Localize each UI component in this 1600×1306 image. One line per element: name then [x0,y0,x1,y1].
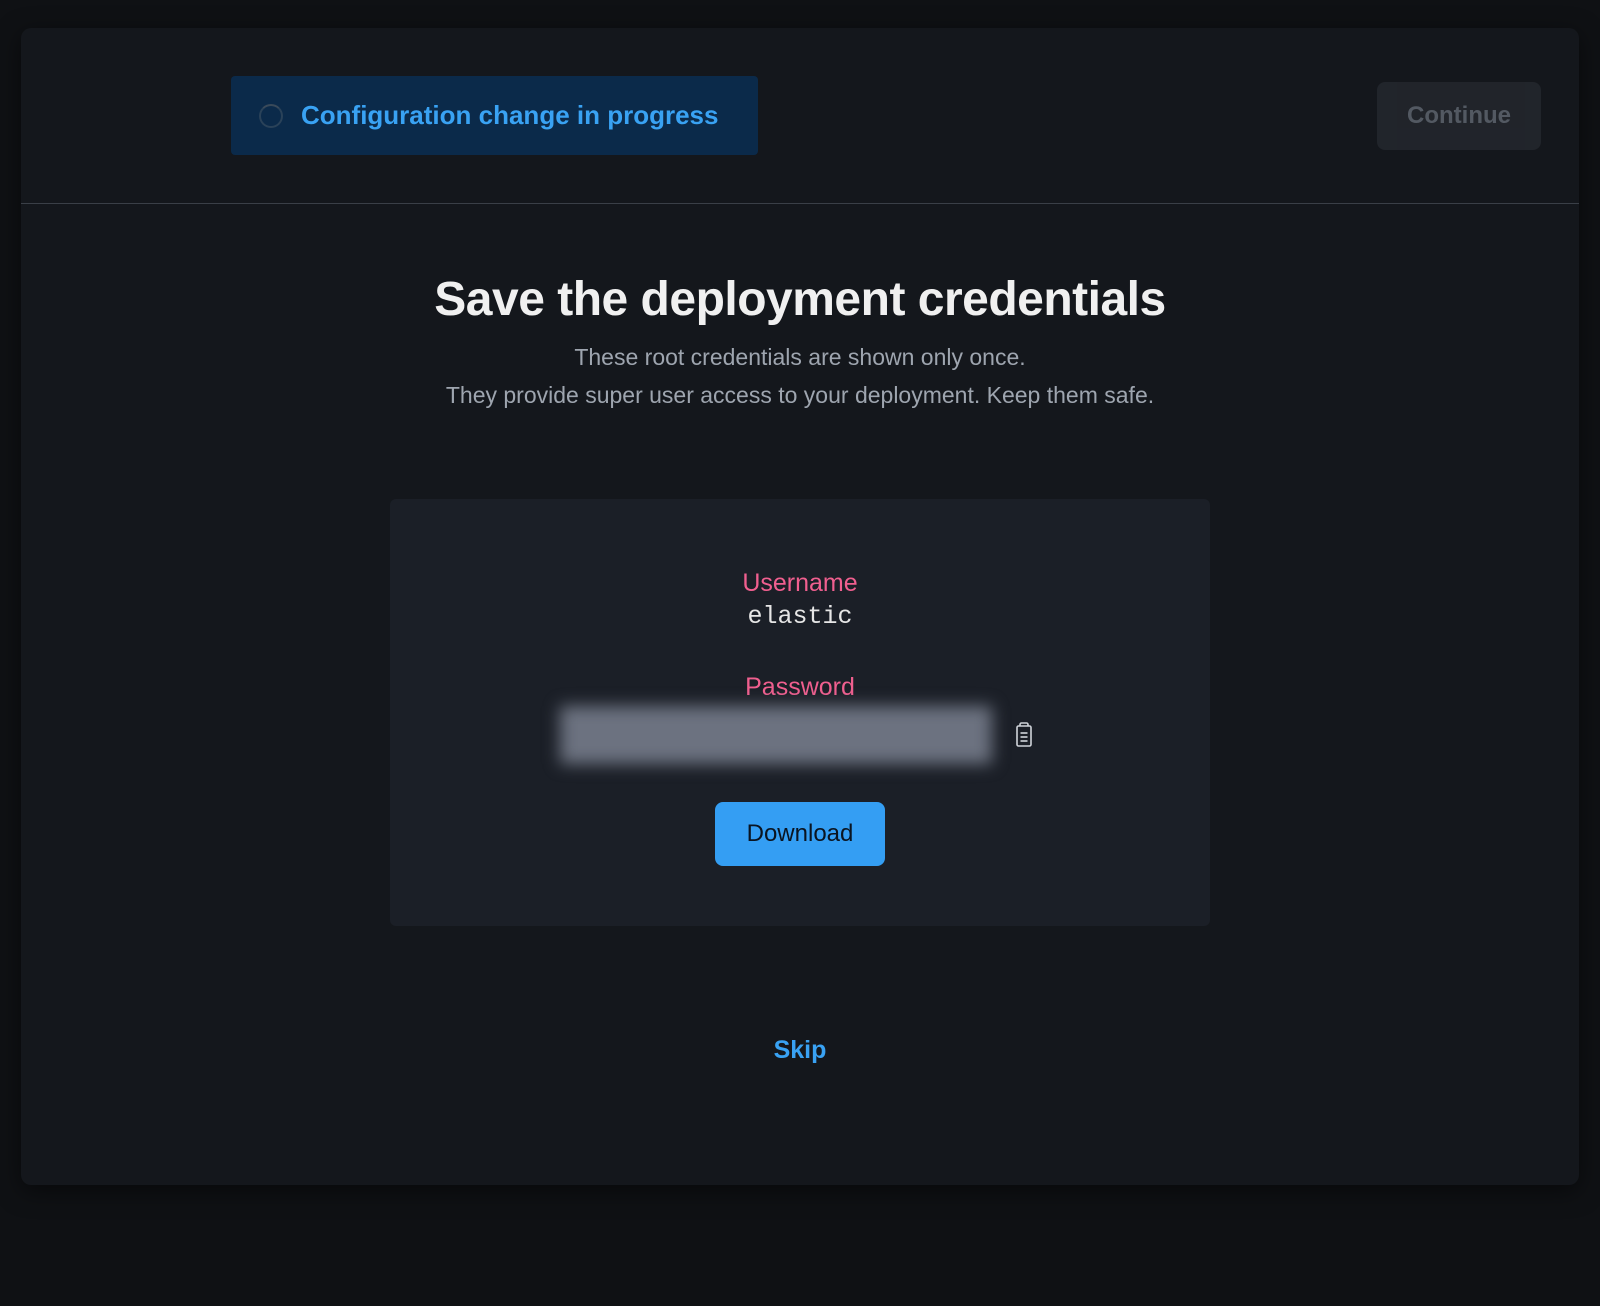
skip-link[interactable]: Skip [774,1036,827,1065]
panel-body: Save the deployment credentials These ro… [21,204,1579,1185]
page-title: Save the deployment credentials [61,272,1539,327]
spinner-icon [259,104,283,128]
download-button[interactable]: Download [715,802,886,866]
status-text: Configuration change in progress [301,100,718,131]
password-row [430,706,1170,764]
continue-button[interactable]: Continue [1377,82,1541,150]
username-value: elastic [430,602,1170,631]
password-value-masked [560,706,992,764]
password-label: Password [430,673,1170,702]
credentials-card: Username elastic Password Download [390,499,1210,926]
copy-password-button[interactable] [1008,717,1040,753]
clipboard-icon [1012,721,1036,749]
credentials-panel: Configuration change in progress Continu… [21,28,1579,1185]
panel-header: Configuration change in progress Continu… [21,28,1579,204]
username-label: Username [430,569,1170,598]
subtitle-line-1: These root credentials are shown only on… [61,339,1539,377]
status-pill: Configuration change in progress [231,76,758,155]
subtitle-line-2: They provide super user access to your d… [61,377,1539,415]
